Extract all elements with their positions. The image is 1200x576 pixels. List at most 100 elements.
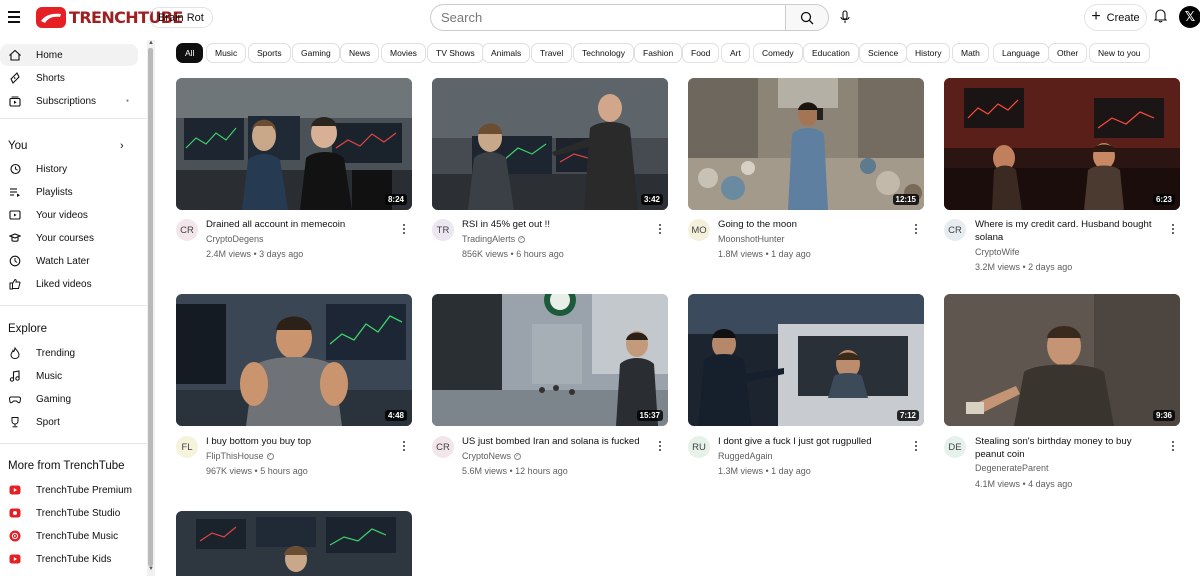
- sidebar-item-trenchtube-studio[interactable]: TrenchTube Studio: [0, 502, 138, 524]
- chip-art[interactable]: Art: [721, 43, 750, 63]
- more-options-icon[interactable]: [911, 222, 921, 236]
- chip-history[interactable]: History: [906, 43, 951, 63]
- search-input[interactable]: [430, 4, 785, 31]
- channel-avatar[interactable]: CR: [176, 219, 198, 241]
- more-options-icon[interactable]: [911, 439, 921, 453]
- sidebar-item-history[interactable]: History: [0, 158, 138, 180]
- chip-new-to-you[interactable]: New to you: [1089, 43, 1150, 63]
- chip-all[interactable]: All: [176, 43, 204, 63]
- video-title[interactable]: US just bombed Iran and solana is fucked: [462, 435, 650, 448]
- create-button[interactable]: + Create: [1084, 4, 1147, 31]
- sidebar-item-trenchtube-premium[interactable]: TrenchTube Premium: [0, 479, 138, 501]
- video-title[interactable]: Drained all account in memecoin: [206, 218, 394, 231]
- channel-avatar[interactable]: CR: [432, 436, 454, 458]
- chip-math[interactable]: Math: [952, 43, 989, 63]
- mic-button[interactable]: [834, 6, 856, 28]
- channel-name[interactable]: TradingAlerts ✓: [462, 234, 526, 244]
- video-title[interactable]: Going to the moon: [718, 218, 906, 231]
- notifications-button[interactable]: [1153, 8, 1168, 28]
- video-title[interactable]: Stealing son's birthday money to buy pea…: [975, 435, 1163, 461]
- chip-comedy[interactable]: Comedy: [753, 43, 803, 63]
- scroll-up-arrow-icon[interactable]: ▲: [148, 40, 154, 46]
- video-thumbnail[interactable]: 6:23: [944, 78, 1180, 210]
- sidebar-item-sport[interactable]: Sport: [0, 411, 138, 433]
- sidebar-item-your-videos[interactable]: Your videos: [0, 204, 138, 226]
- video-thumbnail[interactable]: 4:48: [176, 294, 412, 426]
- channel-name[interactable]: DegenerateParent: [975, 463, 1049, 473]
- section-title: You: [8, 140, 28, 152]
- channel-avatar[interactable]: TR: [432, 219, 454, 241]
- video-thumbnail[interactable]: 8:24: [176, 78, 412, 210]
- sidebar-item-label: TrenchTube Music: [36, 530, 119, 542]
- chip-gaming[interactable]: Gaming: [292, 43, 340, 63]
- search-icon: [800, 11, 814, 24]
- sidebar-item-trenchtube-kids[interactable]: TrenchTube Kids: [0, 548, 138, 570]
- channel-avatar[interactable]: FL: [176, 436, 198, 458]
- video-thumbnail[interactable]: 9:36: [944, 294, 1180, 426]
- channel-avatar[interactable]: DE: [944, 436, 966, 458]
- chip-travel[interactable]: Travel: [531, 43, 573, 63]
- upload-age: 12 hours ago: [515, 466, 568, 476]
- channel-avatar[interactable]: RU: [688, 436, 710, 458]
- channel-name[interactable]: MoonshotHunter: [718, 234, 785, 244]
- chevron-right-icon: ›: [120, 140, 124, 152]
- more-options-icon[interactable]: [399, 222, 409, 236]
- sidebar-item-trending[interactable]: Trending: [0, 342, 138, 364]
- video-thumbnail[interactable]: 15:37: [432, 294, 668, 426]
- video-title[interactable]: RSI in 45% get out !!: [462, 218, 650, 231]
- chip-science[interactable]: Science: [859, 43, 908, 63]
- sidebar-item-music[interactable]: Music: [0, 365, 138, 387]
- more-options-icon[interactable]: [655, 439, 665, 453]
- sidebar-you-header[interactable]: You ›: [0, 135, 138, 157]
- sidebar-item-subscriptions[interactable]: Subscriptions ●: [0, 90, 138, 112]
- channel-name[interactable]: FlipThisHouse ✓: [206, 451, 274, 461]
- chip-movies[interactable]: Movies: [381, 43, 426, 63]
- sidebar-scrollbar-thumb[interactable]: [148, 48, 153, 566]
- chip-other[interactable]: Other: [1048, 43, 1088, 63]
- search-button[interactable]: [785, 4, 829, 31]
- channel-name[interactable]: CryptoWife: [975, 247, 1020, 257]
- sidebar-item-playlists[interactable]: Playlists: [0, 181, 138, 203]
- video-thumbnail[interactable]: 7:12: [688, 294, 924, 426]
- duration-badge: 7:12: [896, 410, 919, 421]
- sidebar-item-home[interactable]: Home: [0, 44, 138, 66]
- chip-technology[interactable]: Technology: [573, 43, 635, 63]
- video-thumbnail[interactable]: 3:42: [432, 78, 668, 210]
- chip-education[interactable]: Education: [803, 43, 859, 63]
- chip-music[interactable]: Music: [206, 43, 247, 63]
- more-options-icon[interactable]: [655, 222, 665, 236]
- video-title[interactable]: I buy bottom you buy top: [206, 435, 394, 448]
- sidebar-item-shorts[interactable]: Shorts: [0, 67, 138, 89]
- more-options-icon[interactable]: [399, 439, 409, 453]
- chip-animals[interactable]: Animals: [482, 43, 531, 63]
- scroll-down-arrow-icon[interactable]: ▼: [148, 566, 154, 572]
- account-avatar[interactable]: 𝕏: [1179, 6, 1200, 28]
- video-title[interactable]: I dont give a fuck I just got rugpulled: [718, 435, 906, 448]
- chip-food[interactable]: Food: [682, 43, 720, 63]
- more-options-icon[interactable]: [1168, 222, 1178, 236]
- chip-language[interactable]: Language: [993, 43, 1049, 63]
- sidebar-item-trenchtube-music[interactable]: TrenchTube Music: [0, 525, 138, 547]
- chip-fashion[interactable]: Fashion: [634, 43, 683, 63]
- chip-tv-shows[interactable]: TV Shows: [427, 43, 484, 63]
- sidebar-item-gaming[interactable]: Gaming: [0, 388, 138, 410]
- trenchtube-kids-icon: [8, 552, 22, 566]
- video-thumbnail[interactable]: [176, 511, 412, 576]
- chip-sports[interactable]: Sports: [248, 43, 291, 63]
- video-thumbnail[interactable]: 12:15: [688, 78, 924, 210]
- channel-avatar[interactable]: CR: [944, 219, 966, 241]
- channel-name[interactable]: RuggedAgain: [718, 451, 773, 461]
- menu-icon[interactable]: [8, 11, 20, 23]
- channel-name[interactable]: CryptoNews ✓: [462, 451, 522, 461]
- sidebar-item-liked-videos[interactable]: Liked videos: [0, 273, 138, 295]
- chip-news[interactable]: News: [340, 43, 380, 63]
- channel-avatar[interactable]: MO: [688, 219, 710, 241]
- video-title[interactable]: Where is my credit card. Husband bought …: [975, 218, 1163, 244]
- channel-pill[interactable]: Brain Rot: [149, 7, 213, 28]
- sidebar-item-your-courses[interactable]: Your courses: [0, 227, 138, 249]
- trenchtube-music-icon: [8, 529, 22, 543]
- create-label: Create: [1106, 11, 1140, 24]
- channel-name[interactable]: CryptoDegens: [206, 234, 264, 244]
- more-options-icon[interactable]: [1168, 439, 1178, 453]
- sidebar-item-watch-later[interactable]: Watch Later: [0, 250, 138, 272]
